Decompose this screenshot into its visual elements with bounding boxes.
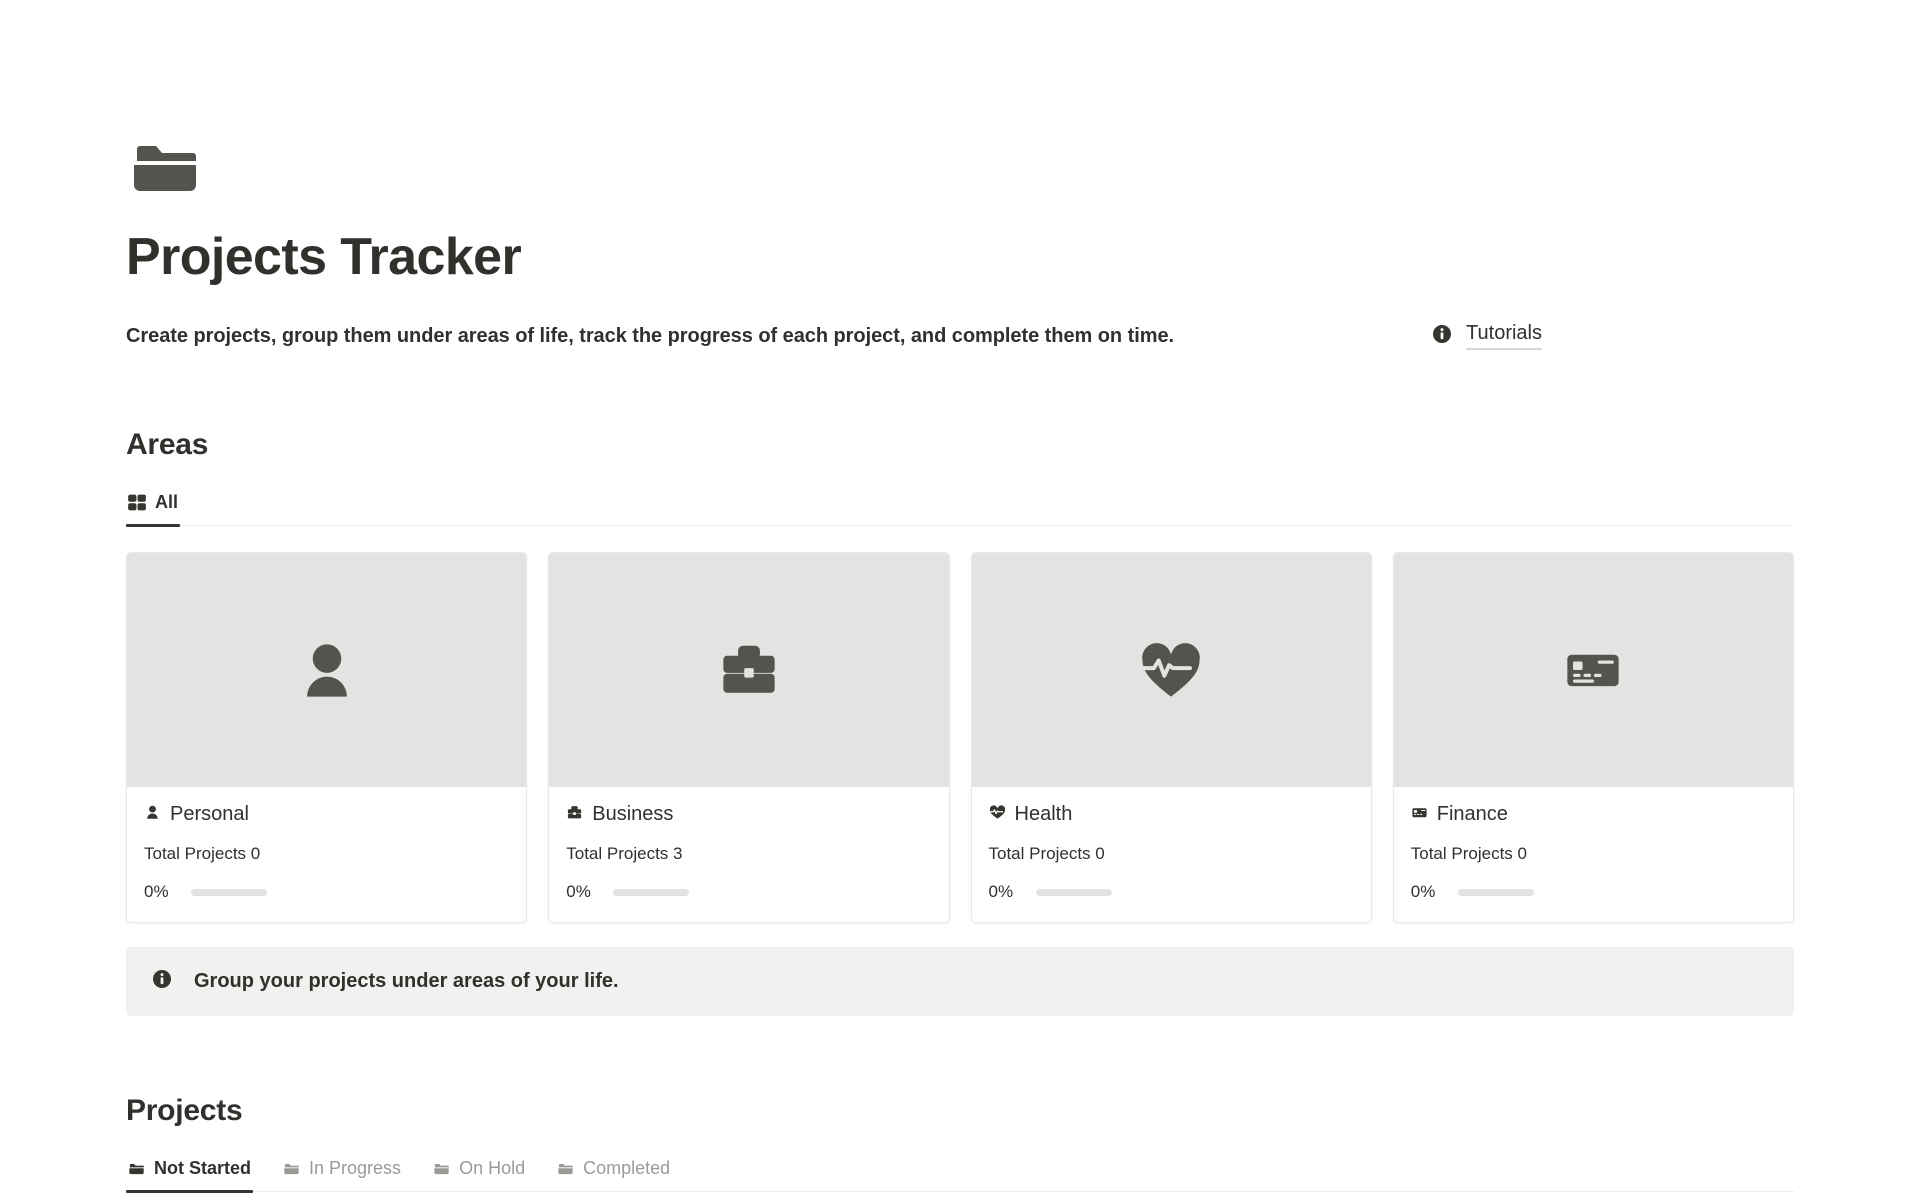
area-name-business: Business bbox=[592, 803, 674, 826]
tutorials-label: Tutorials bbox=[1466, 322, 1542, 351]
areas-callout: Group your projects under areas of your … bbox=[126, 947, 1794, 1017]
tab-in-progress[interactable]: In Progress bbox=[281, 1154, 403, 1191]
areas-callout-text: Group your projects under areas of your … bbox=[194, 970, 619, 993]
area-total-personal: Total Projects 0 bbox=[144, 844, 261, 864]
areas-tabbar: All bbox=[126, 488, 1794, 527]
area-progress-business: 0% bbox=[566, 882, 931, 902]
briefcase-icon bbox=[566, 804, 583, 826]
area-total-health: Total Projects 0 bbox=[988, 844, 1105, 864]
folder-icon bbox=[557, 1160, 574, 1177]
tutorials-link[interactable]: Tutorials bbox=[1432, 322, 1542, 351]
area-title-row-personal: Personal bbox=[144, 803, 509, 826]
area-body-personal: Personal Total Projects 0 0% bbox=[127, 787, 526, 922]
folder-icon bbox=[433, 1160, 450, 1177]
area-card-finance[interactable]: Finance Total Projects 0 0% bbox=[1392, 552, 1794, 924]
area-card-business[interactable]: Business Total Projects 3 0% bbox=[548, 552, 950, 924]
area-card-personal[interactable]: Personal Total Projects 0 0% bbox=[126, 552, 528, 924]
heart-pulse-icon bbox=[1140, 643, 1200, 697]
area-card-health[interactable]: Health Total Projects 0 0% bbox=[970, 552, 1372, 924]
folder-icon bbox=[126, 128, 204, 206]
area-name-personal: Personal bbox=[170, 803, 249, 826]
area-body-business: Business Total Projects 3 0% bbox=[549, 787, 948, 922]
tab-on-hold[interactable]: On Hold bbox=[431, 1154, 527, 1191]
person-icon bbox=[144, 804, 161, 826]
area-title-row-business: Business bbox=[566, 803, 931, 826]
subtitle-row: Create projects, group them under areas … bbox=[126, 322, 1794, 351]
projects-heading: Projects bbox=[126, 1094, 243, 1128]
area-name-finance: Finance bbox=[1436, 803, 1508, 826]
folder-icon bbox=[283, 1160, 300, 1177]
tab-all-label: All bbox=[155, 492, 179, 513]
briefcase-icon bbox=[723, 646, 775, 694]
tab-not-started-label: Not Started bbox=[154, 1158, 252, 1179]
tab-all[interactable]: All bbox=[126, 488, 181, 527]
gallery-grid-icon bbox=[128, 494, 146, 512]
area-progress-track-health bbox=[1035, 888, 1112, 896]
tab-completed-label: Completed bbox=[583, 1158, 671, 1179]
projects-tabbar: Not Started In Progress On Hold Complete… bbox=[126, 1154, 1794, 1193]
page-subtitle: Create projects, group them under areas … bbox=[126, 324, 1175, 347]
credit-card-icon bbox=[1567, 655, 1620, 687]
folder-icon bbox=[128, 1160, 145, 1177]
person-icon bbox=[306, 644, 347, 697]
area-progress-health: 0% bbox=[989, 882, 1354, 902]
area-title-row-health: Health bbox=[989, 803, 1354, 826]
tab-not-started[interactable]: Not Started bbox=[126, 1154, 254, 1193]
area-title-row-finance: Finance bbox=[1411, 803, 1776, 826]
credit-card-icon bbox=[1411, 804, 1428, 826]
areas-heading: Areas bbox=[126, 428, 209, 462]
areas-card-grid: Personal Total Projects 0 0% Business To… bbox=[126, 552, 1794, 924]
area-name-health: Health bbox=[1014, 803, 1073, 826]
area-total-business: Total Projects 3 bbox=[566, 844, 683, 864]
area-cover-personal bbox=[127, 553, 527, 788]
area-progress-label-finance: 0% bbox=[1410, 882, 1436, 902]
area-total-finance: Total Projects 0 bbox=[1410, 844, 1527, 864]
tab-completed[interactable]: Completed bbox=[555, 1154, 672, 1191]
area-progress-track-finance bbox=[1457, 888, 1534, 896]
area-cover-health bbox=[971, 553, 1371, 788]
area-progress-personal: 0% bbox=[144, 882, 509, 902]
area-progress-label-personal: 0% bbox=[144, 882, 169, 902]
projects-section: Projects Not Started In Progress On Hold… bbox=[126, 1094, 1794, 1199]
area-body-finance: Finance Total Projects 0 0% bbox=[1394, 787, 1793, 922]
page-header: Projects Tracker Create projects, group … bbox=[126, 128, 1794, 351]
area-progress-track-business bbox=[613, 888, 690, 896]
page-title: Projects Tracker bbox=[126, 228, 522, 286]
page-content: Projects Tracker Create projects, group … bbox=[0, 0, 1920, 1199]
areas-section: Areas All Personal Total Projects 0 0% B… bbox=[126, 428, 1794, 1017]
area-progress-label-health: 0% bbox=[988, 882, 1014, 902]
area-progress-finance: 0% bbox=[1411, 882, 1776, 902]
info-circle-icon bbox=[152, 969, 172, 994]
info-circle-icon bbox=[1432, 324, 1452, 349]
page-root: Projects Tracker Create projects, group … bbox=[0, 0, 1920, 1199]
area-cover-business bbox=[549, 553, 949, 788]
tab-in-progress-label: In Progress bbox=[309, 1158, 402, 1179]
area-body-health: Health Total Projects 0 0% bbox=[972, 787, 1371, 922]
heart-pulse-icon bbox=[989, 804, 1006, 826]
area-progress-track-personal bbox=[191, 888, 267, 896]
tab-on-hold-label: On Hold bbox=[459, 1158, 526, 1179]
area-progress-label-business: 0% bbox=[566, 882, 591, 902]
area-cover-finance bbox=[1393, 553, 1793, 788]
